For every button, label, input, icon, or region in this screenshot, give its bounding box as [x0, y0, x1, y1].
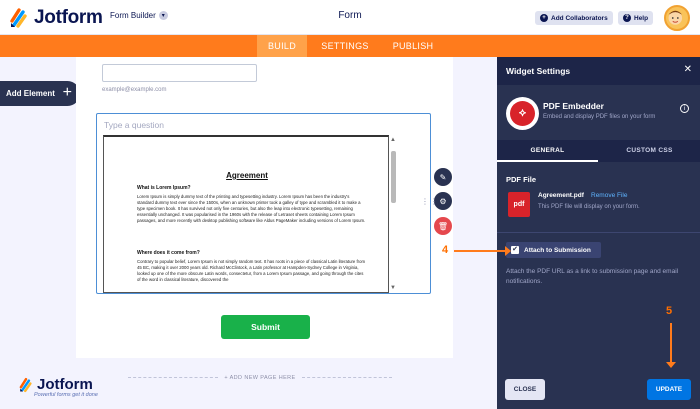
email-sublabel: example@example.com [102, 87, 167, 93]
pdf-file-icon: pdf [508, 192, 530, 217]
scroll-down-icon[interactable]: ▼ [390, 285, 396, 291]
drag-handle-icon[interactable]: ⋮⋮ [421, 198, 439, 206]
annotation-step-4: 4 [442, 244, 449, 256]
tab-general[interactable]: GENERAL [497, 140, 598, 162]
annotation-arrow-right [454, 246, 511, 256]
tab-build[interactable]: BUILD [257, 35, 307, 57]
divider [497, 232, 700, 233]
form-builder-menu[interactable]: Form Builder ▾ [110, 11, 168, 20]
remove-file-link[interactable]: Remove File [591, 192, 627, 199]
jotform-logo-icon [10, 8, 27, 28]
divider [301, 377, 392, 379]
delete-field-button[interactable]: 🗑 [434, 217, 452, 235]
trash-icon: 🗑 [437, 221, 449, 231]
widget-description: Embed and display PDF files on your form [543, 114, 656, 120]
divider [128, 377, 219, 379]
pdf-file-name: Agreement.pdf [538, 192, 584, 199]
attach-to-submission-label: Attach to Submission [524, 246, 591, 254]
pdf-paragraph: Contrary to popular belief, Lorem Ipsum … [137, 259, 366, 282]
add-collaborators-label: Add Collaborators [551, 14, 608, 22]
attach-description: Attach the PDF URL as a link to submissi… [506, 268, 679, 285]
brand-name: Jotform [34, 7, 103, 28]
pdf-paragraph: Lorem Ipsum is simply dummy text of the … [137, 194, 366, 223]
panel-tabs: GENERAL CUSTOM CSS [497, 140, 700, 162]
watermark-logo: Jotform [18, 376, 93, 393]
chevron-down-icon: ▾ [158, 11, 168, 20]
jotform-logo-icon [19, 377, 32, 392]
pdf-heading: Where does it come from? [137, 250, 200, 256]
gear-icon: ⚙ [439, 196, 447, 206]
pdf-scrollbar[interactable]: ▲ ▼ [389, 137, 398, 292]
tab-publish[interactable]: PUBLISH [384, 35, 442, 57]
builder-nav: BUILD SETTINGS PUBLISH [0, 35, 700, 57]
form-card: example@example.com Type a question Agre… [76, 57, 453, 358]
jotform-logo[interactable]: Jotform [8, 7, 103, 29]
pdf-file-label: PDF File [506, 175, 537, 184]
avatar-face-icon [668, 10, 683, 25]
attach-to-submission-toggle[interactable]: ✔ Attach to Submission [506, 242, 601, 258]
panel-header: Widget Settings ✕ [497, 57, 700, 85]
plus-icon: + [62, 84, 72, 101]
submit-button[interactable]: Submit [221, 315, 310, 339]
pdf-embedder-field[interactable]: Type a question Agreement What is Lorem … [96, 113, 431, 294]
question-label-input[interactable]: Type a question [104, 120, 164, 130]
close-icon[interactable]: ✕ [684, 64, 692, 75]
info-icon[interactable]: i [680, 104, 689, 113]
form-builder-label: Form Builder [110, 11, 156, 20]
add-collaborators-button[interactable]: + Add Collaborators [535, 11, 613, 25]
top-bar: Jotform Form Builder ▾ Form + Add Collab… [0, 0, 700, 35]
watermark-tagline: Powerful forms get it done [34, 392, 98, 398]
user-plus-icon: + [540, 14, 548, 22]
scroll-thumb[interactable] [391, 151, 396, 203]
update-button[interactable]: UPDATE [647, 379, 691, 400]
help-label: Help [634, 14, 649, 22]
pdf-document-title: Agreement [226, 171, 268, 180]
add-element-label: Add Element [6, 89, 55, 98]
widget-name: PDF Embedder [543, 101, 604, 111]
pdf-heading: What is Lorem Ipsum? [137, 185, 191, 191]
close-button[interactable]: CLOSE [505, 379, 545, 400]
pdf-embedder-widget-icon: ⟡ [506, 97, 539, 130]
add-new-page-label: + ADD NEW PAGE HERE [224, 375, 296, 381]
annotation-step-5: 5 [666, 305, 673, 317]
checkbox-checked-icon[interactable]: ✔ [511, 246, 519, 254]
email-field[interactable] [102, 64, 257, 82]
tab-custom-css[interactable]: CUSTOM CSS [599, 140, 700, 162]
annotation-arrow-down [666, 323, 676, 368]
question-icon: ? [623, 14, 631, 22]
pdf-file-note: This PDF file will display on your form. [538, 204, 640, 210]
magic-wand-icon: ✎ [439, 172, 447, 182]
add-new-page[interactable]: + ADD NEW PAGE HERE [110, 375, 410, 381]
wand-button[interactable]: ✎ [434, 168, 452, 186]
tab-settings[interactable]: SETTINGS [314, 35, 376, 57]
panel-title: Widget Settings [506, 66, 571, 76]
add-element-button[interactable]: Add Element + [0, 81, 80, 106]
scroll-up-icon[interactable]: ▲ [390, 137, 396, 143]
help-button[interactable]: ? Help [618, 11, 654, 25]
watermark-brand: Jotform [37, 376, 93, 393]
pdf-preview[interactable]: Agreement What is Lorem Ipsum? Lorem Ips… [103, 135, 389, 293]
avatar[interactable] [664, 5, 690, 31]
acrobat-icon: ⟡ [510, 101, 535, 126]
